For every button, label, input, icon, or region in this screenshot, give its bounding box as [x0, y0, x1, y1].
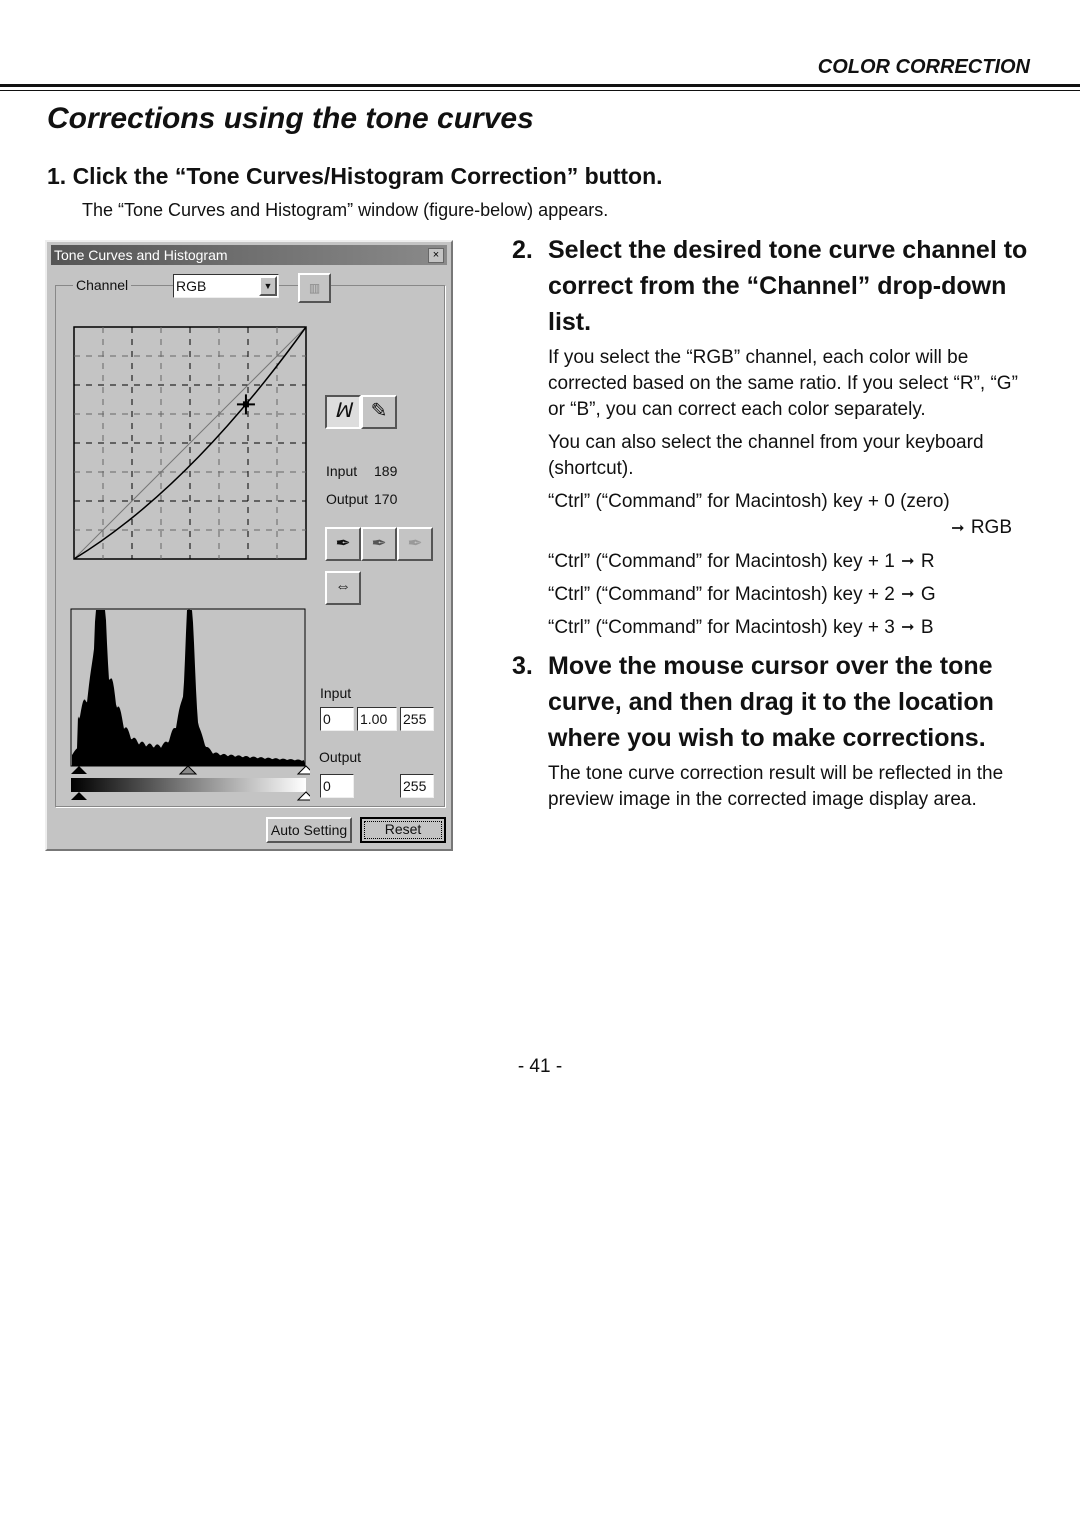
step3-number: 3.: [512, 652, 533, 680]
step3: 3. Move the mouse cursor over the tone cu…: [512, 648, 1037, 820]
header-rule-thin: [0, 90, 1080, 91]
step3-paragraph: The tone curve correction result will be…: [548, 763, 1004, 810]
step2: 2. Select the desired tone curve channel …: [512, 232, 1037, 641]
levels-icon: ⇔: [335, 578, 351, 595]
shortcut-item: “Ctrl” (“Command” for Macintosh) key + 0…: [548, 489, 1037, 542]
white-point-eyedropper[interactable]: ✒: [397, 527, 433, 561]
input-gamma-field[interactable]: 1.00: [357, 707, 397, 731]
black-point-eyedropper[interactable]: ✒: [325, 527, 361, 561]
input-readout-label: Input: [326, 463, 358, 479]
arrow-right-icon: ➞: [901, 619, 915, 636]
histogram-channels-button[interactable]: ▥: [298, 273, 331, 303]
output-black-slider: [71, 792, 87, 800]
eyedropper-icon: ✒: [371, 533, 387, 553]
curve-mode-button[interactable]: ꟽ: [325, 395, 361, 429]
shortcut-target: B: [920, 617, 934, 638]
shortcut-item: “Ctrl” (“Command” for Macintosh) key + 2…: [548, 582, 1037, 608]
freehand-mode-button[interactable]: ✎: [361, 395, 397, 429]
shortcut-keys: “Ctrl” (“Command” for Macintosh) key + 0…: [548, 491, 950, 512]
shortcut-item: “Ctrl” (“Command” for Macintosh) key + 3…: [548, 615, 1037, 641]
tone-curves-window: Tone Curves and Histogram × Channel RGB …: [45, 240, 453, 851]
section-header: COLOR CORRECTION: [817, 56, 1030, 78]
output-gradient-bar: [71, 778, 306, 792]
shortcut-keys: “Ctrl” (“Command” for Macintosh) key + 2: [548, 584, 895, 605]
eyedropper-icon: ✒: [407, 533, 423, 553]
shortcut-target: R: [920, 551, 935, 572]
channel-label: Channel: [73, 277, 132, 293]
shortcut-item: “Ctrl” (“Command” for Macintosh) key + 1…: [548, 549, 1037, 575]
histogram-icon: ▥: [308, 281, 321, 295]
curve-icon: ꟽ: [334, 400, 352, 422]
step1-heading: 1. Click the “Tone Curves/Histogram Corr…: [47, 163, 663, 189]
shortcut-target: RGB: [970, 517, 1012, 538]
shortcut-target: G: [920, 584, 936, 605]
input-white-field[interactable]: 255: [400, 707, 434, 731]
arrow-right-icon: ➞: [951, 520, 965, 537]
input-black-field[interactable]: 0: [320, 707, 354, 731]
input-black-slider: [71, 766, 87, 774]
window-title: Tone Curves and Histogram: [54, 247, 228, 263]
arrow-right-icon: ➞: [901, 586, 915, 603]
channel-value: RGB: [176, 278, 207, 294]
step2-paragraph: You can also select the channel from you…: [548, 432, 984, 479]
arrow-right-icon: ➞: [901, 553, 915, 570]
histogram[interactable]: [70, 608, 310, 804]
manual-page: COLOR CORRECTION Corrections using the t…: [0, 0, 1080, 1529]
close-button[interactable]: ×: [428, 248, 444, 263]
step1-text: The “Tone Curves and Histogram” window (…: [82, 200, 609, 220]
output-white-field[interactable]: 255: [400, 774, 434, 798]
eyedropper-icon: ✒: [335, 533, 351, 553]
shortcut-keys: “Ctrl” (“Command” for Macintosh) key + 3: [548, 617, 895, 638]
levels-toggle-button[interactable]: ⇔: [325, 571, 361, 605]
channel-dropdown[interactable]: RGB ▼: [173, 274, 279, 298]
output-black-field[interactable]: 0: [320, 774, 354, 798]
chevron-down-icon[interactable]: ▼: [259, 276, 277, 296]
step2-number: 2.: [512, 236, 533, 264]
output-white-slider: [296, 791, 310, 801]
step2-heading: Select the desired tone curve channel to…: [548, 236, 1028, 336]
step3-heading: Move the mouse cursor over the tone curv…: [548, 652, 994, 752]
shortcut-keys: “Ctrl” (“Command” for Macintosh) key + 1: [548, 551, 895, 572]
page-number: - 41 -: [517, 1056, 563, 1077]
input-white-slider: [296, 765, 310, 775]
gray-point-eyedropper[interactable]: ✒: [361, 527, 397, 561]
step2-paragraph: If you select the “RGB” channel, each co…: [548, 347, 1018, 420]
output-readout-label: Output: [326, 491, 369, 507]
input-gamma-slider: [178, 765, 198, 775]
tone-curve-graph[interactable]: [73, 326, 307, 560]
levels-output-label: Output: [319, 749, 362, 765]
levels-input-label: Input: [320, 685, 352, 701]
output-readout-value: 170: [374, 491, 398, 507]
page-title: Corrections using the tone curves: [47, 102, 534, 135]
auto-setting-button[interactable]: Auto Setting: [266, 817, 352, 843]
header-rule: [0, 84, 1080, 87]
pencil-icon: ✎: [370, 400, 388, 422]
window-titlebar: Tone Curves and Histogram ×: [51, 245, 447, 265]
reset-button[interactable]: Reset: [360, 817, 446, 843]
input-readout-value: 189: [374, 463, 398, 479]
